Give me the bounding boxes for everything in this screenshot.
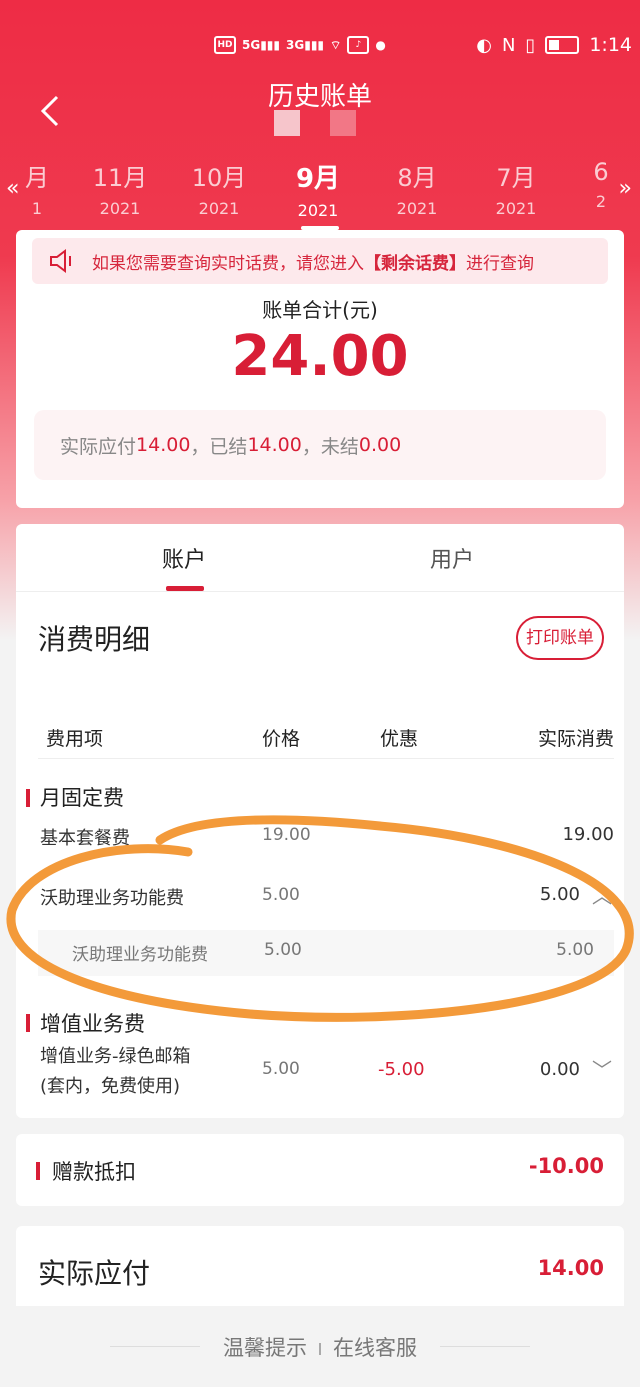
chat-icon: ● (375, 38, 386, 52)
remaining-fee-link[interactable]: 【剩余话费】 (364, 254, 466, 274)
month-tab[interactable]: 8月 2021 (372, 158, 462, 218)
status-bar: HD 5G▮▮▮ 3G▮▮▮ ⌔ ♪ ● ◐ N ▯ 1:14 (0, 30, 640, 66)
tab-account[interactable]: 账户 (162, 542, 206, 574)
tiktok-icon: ♪ (347, 36, 370, 54)
row-wo-name: 沃助理业务功能费 (40, 888, 184, 909)
payable-card: 实际应付 14.00 (16, 1226, 624, 1306)
month-tab[interactable]: 月1 (0, 158, 82, 218)
group-value-added: 增值业务费 (40, 1012, 145, 1036)
footer-separator (319, 1343, 321, 1355)
footer: 温馨提示 在线客服 (0, 1306, 640, 1387)
section-title: 消费明细 (38, 623, 151, 656)
payable-value: 14.00 (537, 1256, 604, 1280)
header-divider (38, 758, 614, 759)
tab-user[interactable]: 用户 (430, 542, 474, 574)
month-tab[interactable]: 62 (556, 158, 640, 211)
header-item: 费用项 (46, 728, 104, 750)
hd-icon: HD (214, 36, 236, 54)
row-mail-price: 5.00 (262, 1059, 300, 1079)
nfc-icon: N (501, 34, 516, 56)
vibrate-icon: ▯ (525, 34, 536, 56)
row-wo-price: 5.00 (262, 885, 300, 905)
month-tab[interactable]: 11月 2021 (75, 158, 165, 218)
online-service-link[interactable]: 在线客服 (333, 1336, 417, 1360)
group-marker (26, 1014, 30, 1032)
month-tabs: 月1 11月 2021 10月 2021 9月 2021 8月 2021 7月 2021 … (0, 158, 640, 228)
pay-label: 实际应付 (60, 435, 137, 458)
header-price: 价格 (262, 728, 301, 750)
header-actual: 实际消费 (537, 728, 614, 750)
consumption-detail-card: 账户 用户 消费明细 打印账单 费用项 价格 优惠 实际消费 月固定费 基本套餐… (16, 524, 624, 1118)
battery-icon (545, 36, 580, 54)
row-mail-actual: 0.00 (539, 1059, 580, 1080)
total-amount: 24.00 (231, 324, 409, 389)
gift-label: 赠款抵扣 (52, 1160, 136, 1184)
row-mail-discount: -5.00 (378, 1059, 425, 1080)
month-tab-active[interactable]: 9月 2021 (273, 158, 363, 220)
signal-icon-2: 3G▮▮▮ (286, 38, 325, 52)
settled-value: 14.00 (247, 434, 302, 456)
chevron-down-icon[interactable]: ﹀ (592, 1054, 612, 1083)
unsettled-value: 0.00 (358, 434, 402, 456)
header-discount: 优惠 (380, 728, 419, 750)
gift-value: -10.00 (528, 1154, 604, 1178)
row-mail-name-line1: 增值业务-绿色邮箱 (40, 1046, 191, 1067)
bill-summary-card: 如果您需要查询实时话费，请您进入【剩余话费】进行查询 账单合计(元) 24.00… (16, 230, 624, 508)
pay-value: 14.00 (136, 434, 191, 456)
footer-links: 温馨提示 在线客服 (0, 1332, 640, 1362)
realtime-notice[interactable]: 如果您需要查询实时话费，请您进入【剩余话费】进行查询 (32, 238, 608, 284)
clock: 1:14 (589, 34, 632, 56)
total-label: 账单合计(元) (262, 298, 378, 322)
row-wo-actual: 5.00 (539, 884, 580, 905)
notice-text: 如果您需要查询实时话费，请您进入【剩余话费】进行查询 (92, 253, 534, 274)
status-right: ◐ N ▯ 1:14 (476, 34, 632, 56)
print-bill-button[interactable]: 打印账单 (516, 616, 604, 660)
settled-label: ，已结 (190, 435, 248, 458)
eye-care-icon: ◐ (476, 34, 492, 56)
wifi-icon: ⌔ (330, 37, 342, 52)
status-left-icons: HD 5G▮▮▮ 3G▮▮▮ ⌔ ♪ ● (214, 36, 386, 54)
payable-label: 实际应付 (38, 1257, 151, 1290)
redacted-block (274, 110, 300, 136)
month-tab[interactable]: 10月 2021 (174, 158, 264, 218)
subrow-wo-name: 沃助理业务功能费 (72, 945, 208, 965)
chevron-up-icon[interactable]: ︿ (592, 880, 612, 909)
row-base-price: 19.00 (262, 825, 311, 845)
group-monthly-fixed: 月固定费 (40, 786, 124, 810)
gift-deduction-card: 赠款抵扣 -10.00 (16, 1134, 624, 1206)
group-marker (36, 1162, 40, 1180)
tab-active-indicator (166, 586, 204, 591)
group-marker (26, 789, 30, 807)
subrow-wo-actual: 5.00 (556, 940, 594, 960)
row-mail-name-line2: (套内，免费使用) (40, 1076, 181, 1097)
payment-status: 实际应付 14.00 ，已结 14.00 ，未结 0.00 (34, 410, 606, 480)
speaker-icon (50, 249, 71, 273)
month-tab[interactable]: 7月 2021 (471, 158, 561, 218)
account-user-tabs: 账户 用户 (16, 524, 624, 592)
redacted-block (330, 110, 356, 136)
tips-link[interactable]: 温馨提示 (223, 1336, 307, 1360)
page-title: 历史账单 (267, 82, 372, 112)
unsettled-label: ，未结 (301, 435, 359, 458)
signal-icon-1: 5G▮▮▮ (242, 38, 281, 52)
row-base-actual: 19.00 (562, 824, 614, 845)
subrow-wo-price: 5.00 (264, 940, 302, 960)
row-base-name: 基本套餐费 (40, 828, 130, 849)
